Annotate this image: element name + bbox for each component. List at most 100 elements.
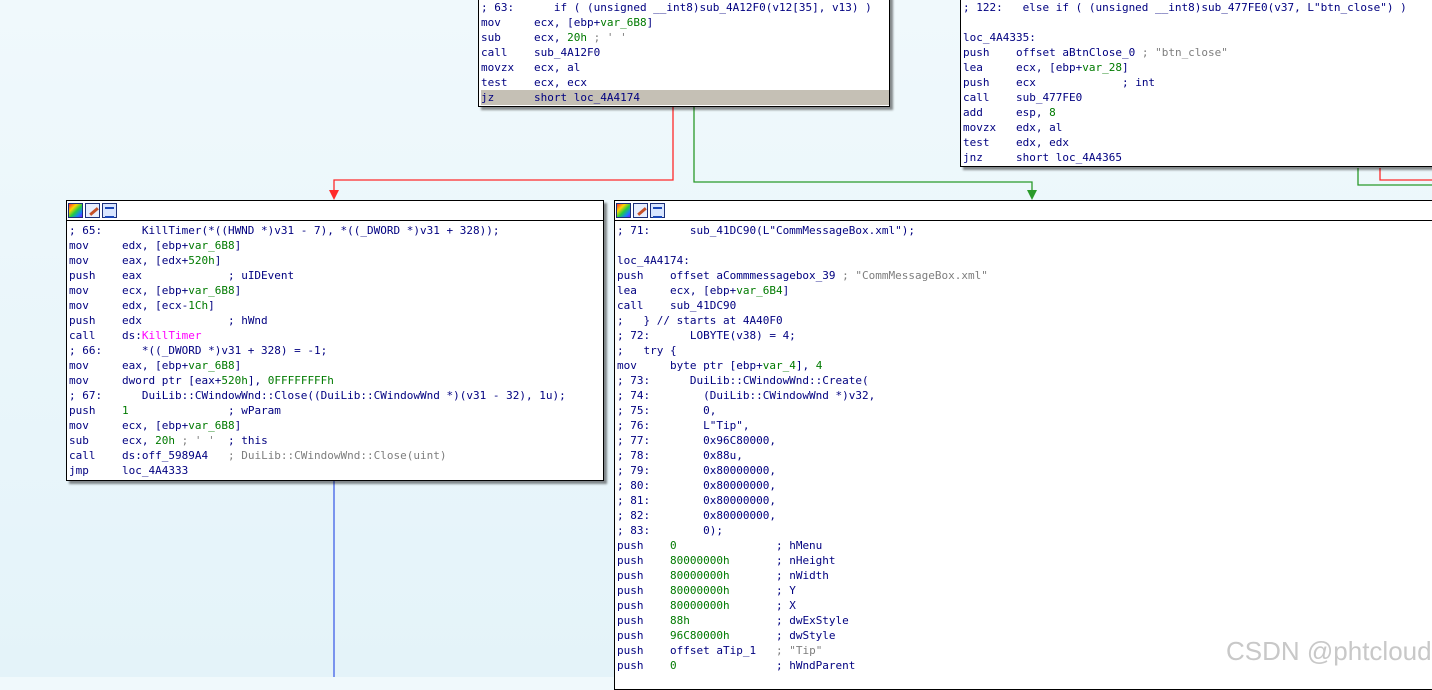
code-line[interactable]: call ds:off_5989A4 ; DuiLib::CWindowWnd:… xyxy=(69,448,603,463)
code-line[interactable]: ; 72: LOBYTE(v38) = 4; xyxy=(617,328,1432,343)
code-line[interactable]: ; 65: KillTimer(*((HWND *)v31 - 7), *((_… xyxy=(69,223,603,238)
code-line[interactable]: push offset aBtnClose_0 ; "btn_close" xyxy=(963,45,1432,60)
code-line[interactable]: push 0 ; hMenu xyxy=(617,538,1432,553)
code-line[interactable]: ; 81: 0x80000000, xyxy=(617,493,1432,508)
code-line[interactable]: ; 63: if ( (unsigned __int8)sub_4A12F0(v… xyxy=(481,0,889,15)
code-line[interactable]: ; 122: else if ( (unsigned __int8)sub_47… xyxy=(963,0,1432,15)
code-line[interactable]: call sub_4A12F0 xyxy=(481,45,889,60)
code-line[interactable]: mov edx, [ecx-1Ch] xyxy=(69,298,603,313)
code-line[interactable]: ; 83: 0); xyxy=(617,523,1432,538)
code-token-op: ecx ; int xyxy=(1015,76,1156,89)
code-line[interactable]: loc_4A4335: xyxy=(963,30,1432,45)
code-line[interactable]: jnz short loc_4A4365 xyxy=(963,150,1432,165)
node-code: ; 63: if ( (unsigned __int8)sub_4A12F0(v… xyxy=(479,0,889,105)
code-line[interactable] xyxy=(617,238,1432,253)
code-line[interactable]: ; 78: 0x88u, xyxy=(617,448,1432,463)
code-line[interactable]: call sub_41DC90 xyxy=(617,298,1432,313)
code-line[interactable]: ; 71: sub_41DC90(L"CommMessageBox.xml"); xyxy=(617,223,1432,238)
code-line[interactable]: push 1 ; wParam xyxy=(69,403,603,418)
code-line[interactable]: ; 76: L"Tip", xyxy=(617,418,1432,433)
code-line[interactable]: ; 77: 0x96C80000, xyxy=(617,433,1432,448)
code-line[interactable]: movzx ecx, al xyxy=(481,60,889,75)
rename-icon[interactable] xyxy=(85,203,100,218)
code-token-var: var_4 xyxy=(762,359,796,372)
code-line[interactable]: push edx ; hWnd xyxy=(69,313,603,328)
code-line[interactable]: add esp, 8 xyxy=(963,105,1432,120)
code-token-mn: push xyxy=(617,584,670,597)
code-line[interactable]: mov dword ptr [eax+520h], 0FFFFFFFFh xyxy=(69,373,603,388)
group-nodes-icon[interactable] xyxy=(102,203,117,218)
code-token-src: ; 77: 0x96C80000, xyxy=(617,434,776,447)
node-top-left[interactable]: ; 63: if ( (unsigned __int8)sub_4A12F0(v… xyxy=(478,0,890,107)
code-token-op: ; Y xyxy=(729,584,796,597)
code-line[interactable]: push offset aCommmessagebox_39 ; "CommMe… xyxy=(617,268,1432,283)
code-token-src: ; 73: DuiLib::CWindowWnd::Create( xyxy=(617,374,869,387)
code-token-src: ; try { xyxy=(617,344,677,357)
code-token-op: ; hWndParent xyxy=(676,659,856,672)
code-line[interactable]: sub ecx, 20h ; ' ' ; this xyxy=(69,433,603,448)
code-line[interactable]: mov eax, [ebp+var_6B8] xyxy=(69,358,603,373)
code-line[interactable]: push eax ; uIDEvent xyxy=(69,268,603,283)
code-line[interactable]: mov eax, [edx+520h] xyxy=(69,253,603,268)
code-line[interactable]: push 80000000h ; Y xyxy=(617,583,1432,598)
code-line[interactable]: push 80000000h ; nHeight xyxy=(617,553,1432,568)
code-line[interactable]: call sub_477FE0 xyxy=(963,90,1432,105)
code-line[interactable]: push 80000000h ; nWidth xyxy=(617,568,1432,583)
code-token-op: ecx, [ebp+ xyxy=(121,284,189,297)
code-line[interactable]: ; } // starts at 4A40F0 xyxy=(617,313,1432,328)
edge-top-right-red xyxy=(1379,168,1432,181)
code-line[interactable]: movzx edx, al xyxy=(963,120,1432,135)
code-line[interactable]: ; 82: 0x80000000, xyxy=(617,508,1432,523)
rename-icon[interactable] xyxy=(633,203,648,218)
code-line[interactable]: ; try { xyxy=(617,343,1432,358)
code-token-op: edx ; hWnd xyxy=(121,314,268,327)
code-line[interactable]: lea ecx, [ebp+var_6B4] xyxy=(617,283,1432,298)
code-line[interactable]: ; 67: DuiLib::CWindowWnd::Close((DuiLib:… xyxy=(69,388,603,403)
node-top-right[interactable]: ; 122: else if ( (unsigned __int8)sub_47… xyxy=(960,0,1432,167)
group-nodes-icon[interactable] xyxy=(650,203,665,218)
code-token-op: edx, [ecx- xyxy=(121,299,189,312)
code-line[interactable]: sub ecx, 20h ; ' ' xyxy=(481,30,889,45)
code-line[interactable]: loc_4A4174: xyxy=(617,253,1432,268)
code-line[interactable]: jmp loc_4A4333 xyxy=(69,463,603,478)
code-line[interactable]: test edx, edx xyxy=(963,135,1432,150)
code-line[interactable]: call ds:KillTimer xyxy=(69,328,603,343)
code-token-src: ; 79: 0x80000000, xyxy=(617,464,776,477)
code-line[interactable]: ; 79: 0x80000000, xyxy=(617,463,1432,478)
code-line[interactable]: ; 74: (DuiLib::CWindowWnd *)v32, xyxy=(617,388,1432,403)
color-palette-icon[interactable] xyxy=(616,203,631,218)
edge-true-arrowhead xyxy=(1027,190,1037,200)
code-line[interactable]: ; 66: *((_DWORD *)v31 + 328) = -1; xyxy=(69,343,603,358)
node-mid-left[interactable]: ; 65: KillTimer(*((HWND *)v31 - 7), *((_… xyxy=(66,200,604,481)
code-line[interactable]: push 80000000h ; X xyxy=(617,598,1432,613)
code-line[interactable]: ; 75: 0, xyxy=(617,403,1432,418)
code-line[interactable]: jz short loc_4A4174 xyxy=(481,90,889,105)
code-token-num: 4 xyxy=(815,359,823,372)
code-line[interactable]: mov ecx, [ebp+var_6B8] xyxy=(69,418,603,433)
code-line[interactable] xyxy=(963,15,1432,30)
code-token-op: ] xyxy=(1121,61,1129,74)
code-line[interactable]: push 88h ; dwExStyle xyxy=(617,613,1432,628)
code-token-mn: call xyxy=(69,449,122,462)
code-line[interactable]: ; 80: 0x80000000, xyxy=(617,478,1432,493)
code-token-mn: mov xyxy=(481,16,534,29)
code-token-mn: jz xyxy=(481,91,534,104)
code-line[interactable]: mov byte ptr [ebp+var_4], 4 xyxy=(617,358,1432,373)
code-token-op: ecx, al xyxy=(533,61,581,74)
code-line[interactable]: push ecx ; int xyxy=(963,75,1432,90)
code-token-op: ecx, xyxy=(121,434,156,447)
node-mid-right[interactable]: ; 71: sub_41DC90(L"CommMessageBox.xml");… xyxy=(614,200,1432,690)
node-code: ; 122: else if ( (unsigned __int8)sub_47… xyxy=(961,0,1432,165)
code-token-mn: push xyxy=(69,314,122,327)
code-line[interactable]: ; 73: DuiLib::CWindowWnd::Create( xyxy=(617,373,1432,388)
code-line[interactable]: mov edx, [ebp+var_6B8] xyxy=(69,238,603,253)
edge-false-branch xyxy=(333,106,674,197)
code-line[interactable]: lea ecx, [ebp+var_28] xyxy=(963,60,1432,75)
code-line[interactable]: mov ecx, [ebp+var_6B8] xyxy=(69,283,603,298)
code-token-num: 0 xyxy=(669,539,677,552)
color-palette-icon[interactable] xyxy=(68,203,83,218)
code-line[interactable]: mov ecx, [ebp+var_6B8] xyxy=(481,15,889,30)
code-token-mn: sub xyxy=(69,434,122,447)
code-token-op: ecx, [ebp+ xyxy=(121,419,189,432)
code-line[interactable]: test ecx, ecx xyxy=(481,75,889,90)
